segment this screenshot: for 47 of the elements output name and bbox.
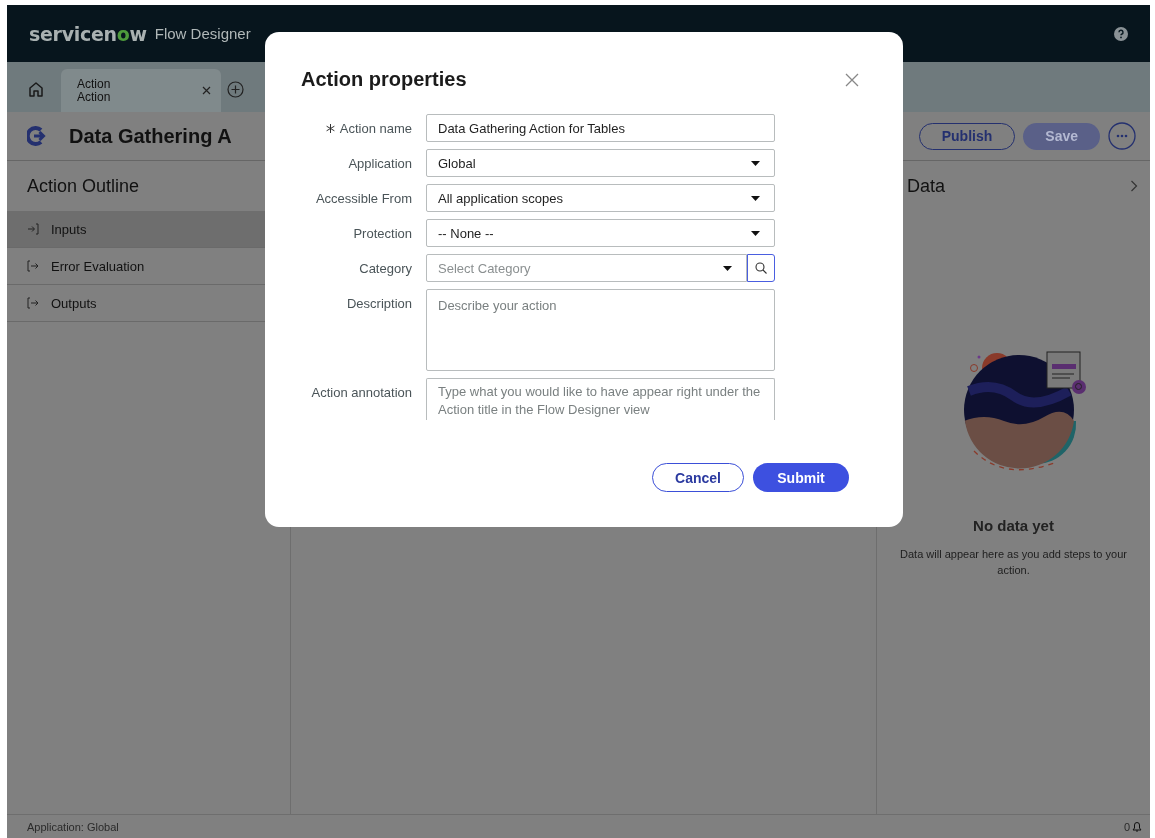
outline-title: Action Outline — [26, 174, 141, 198]
chevron-right-icon[interactable] — [1130, 180, 1138, 192]
select-field[interactable]: Global — [426, 149, 775, 177]
status-text: Application: Global — [27, 820, 119, 833]
product-name: Flow Designer — [154, 25, 251, 42]
select-field[interactable]: -- None -- — [426, 219, 775, 247]
input-icon — [27, 223, 39, 235]
field-label: Protection — [353, 225, 412, 241]
search-button[interactable] — [747, 254, 775, 282]
description-field[interactable]: Describe your action — [426, 289, 775, 371]
tab[interactable]: Action Action — [61, 69, 221, 112]
output-icon — [27, 260, 39, 272]
caret-icon — [723, 265, 732, 271]
action-name-field[interactable]: Data Gathering Action for Tables — [426, 114, 775, 142]
field-label: Application — [348, 155, 412, 171]
annotation-field[interactable]: Type what you would like to have appear right under the Action title in the Flow Designer view — [426, 378, 775, 420]
empty-state-text: Data will appear here as you add steps to your action. — [899, 547, 1128, 578]
dialog-button[interactable]: Submit — [753, 463, 849, 492]
category-field[interactable]: Select Category — [426, 254, 747, 282]
action-icon — [27, 126, 47, 146]
data-panel-title: Data — [907, 175, 946, 197]
empty-state-title: No data yet — [973, 517, 1054, 534]
caret-icon — [751, 230, 760, 236]
output-icon — [27, 297, 39, 309]
field-label: Accessible From — [315, 190, 412, 206]
close-icon[interactable] — [202, 86, 211, 95]
notification-count: 0 — [1123, 820, 1130, 833]
search-icon — [755, 262, 767, 274]
caret-icon — [751, 160, 760, 166]
field-label: Description — [346, 295, 412, 311]
servicenow-logo: servicenow — [29, 22, 147, 45]
action-title: Data Gathering A — [69, 124, 232, 148]
field-label: Action name — [339, 120, 412, 136]
caret-icon — [751, 195, 760, 201]
add-tab-icon[interactable] — [227, 81, 244, 98]
tab-subtitle: Action — [77, 90, 112, 104]
field-label: Action annotation — [311, 384, 412, 400]
tab-title: Action — [77, 77, 112, 91]
close-icon[interactable] — [845, 72, 859, 87]
dialog-title: Action properties — [301, 68, 467, 91]
select-field[interactable]: All application scopes — [426, 184, 775, 212]
field-label: Category — [359, 260, 412, 276]
home-icon[interactable] — [27, 80, 45, 98]
dialog-button[interactable]: Cancel — [652, 463, 744, 492]
bell-icon[interactable] — [1132, 821, 1142, 832]
more-icon[interactable] — [1108, 122, 1136, 150]
help-icon[interactable] — [1114, 26, 1128, 41]
